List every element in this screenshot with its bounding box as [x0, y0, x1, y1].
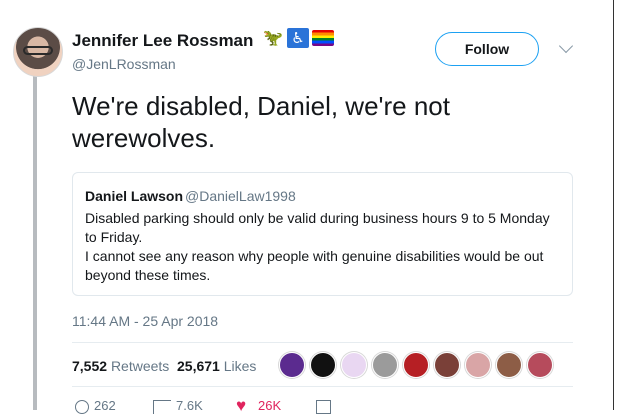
chevron-down-icon[interactable] [558, 38, 574, 54]
portrait-avatar-4[interactable] [527, 352, 553, 378]
red-avatar[interactable] [403, 352, 429, 378]
quoted-tweet-line: I cannot see any reason why people with … [85, 248, 544, 264]
quoted-tweet-line: Disabled parking should only be valid du… [85, 210, 550, 226]
retweets-count: 7,552 [72, 358, 108, 374]
stats-top-divider [72, 342, 573, 343]
purple-avatar[interactable] [279, 352, 305, 378]
liker-avatar-row [279, 352, 553, 378]
tweet-timestamp[interactable]: 11:44 AM - 25 Apr 2018 [72, 313, 218, 329]
left-scroll-rail [33, 76, 37, 410]
likes-label: Likes [223, 358, 257, 374]
quoted-tweet-line: to Friday. [85, 229, 143, 245]
retweet-count[interactable]: 7.6K [176, 399, 203, 412]
likes-count: 25,671 [177, 358, 220, 374]
rainbow-flag-icon [312, 28, 334, 48]
quoted-tweet-line: beyond these times. [85, 267, 211, 283]
black-avatar[interactable] [310, 352, 336, 378]
quoted-author-handle: @DanielLaw1998 [185, 188, 296, 204]
avatar-glasses [23, 46, 53, 55]
like-count[interactable]: 26K [258, 399, 281, 412]
author-avatar[interactable] [13, 27, 63, 77]
gray-avatar[interactable] [372, 352, 398, 378]
portrait-avatar-3[interactable] [496, 352, 522, 378]
retweets-stat[interactable]: 7,552 Retweets [72, 358, 169, 374]
portrait-avatar-2[interactable] [465, 352, 491, 378]
heart-icon[interactable]: ♥ [236, 397, 251, 414]
author-handle[interactable]: @JenLRossman [72, 56, 176, 72]
actions-top-divider [72, 386, 573, 387]
author-name[interactable]: Jennifer Lee Rossman [72, 31, 253, 51]
tweet-actions: 262 7.6K ♥ 26K [72, 397, 342, 414]
quoted-tweet-card[interactable]: Daniel Lawson @DanielLaw1998 Disabled pa… [72, 172, 573, 296]
pastel-avatar[interactable] [341, 352, 367, 378]
message-icon[interactable] [316, 400, 331, 414]
reply-icon[interactable] [75, 400, 89, 414]
name-emoji-row: 🦖 ♿ [262, 28, 334, 48]
right-border-line [613, 0, 614, 410]
likes-stat[interactable]: 25,671 Likes [177, 358, 256, 374]
accessibility-icon: ♿ [287, 28, 309, 48]
retweets-label: Retweets [110, 358, 170, 374]
portrait-avatar-1[interactable] [434, 352, 460, 378]
retweet-icon[interactable] [153, 400, 171, 414]
follow-button[interactable]: Follow [435, 32, 539, 66]
reply-count[interactable]: 262 [94, 399, 116, 412]
dinosaur-icon: 🦖 [263, 30, 283, 47]
quoted-author-name: Daniel Lawson [85, 188, 184, 204]
tweet-text: We're disabled, Daniel, we're not werewo… [72, 91, 450, 153]
